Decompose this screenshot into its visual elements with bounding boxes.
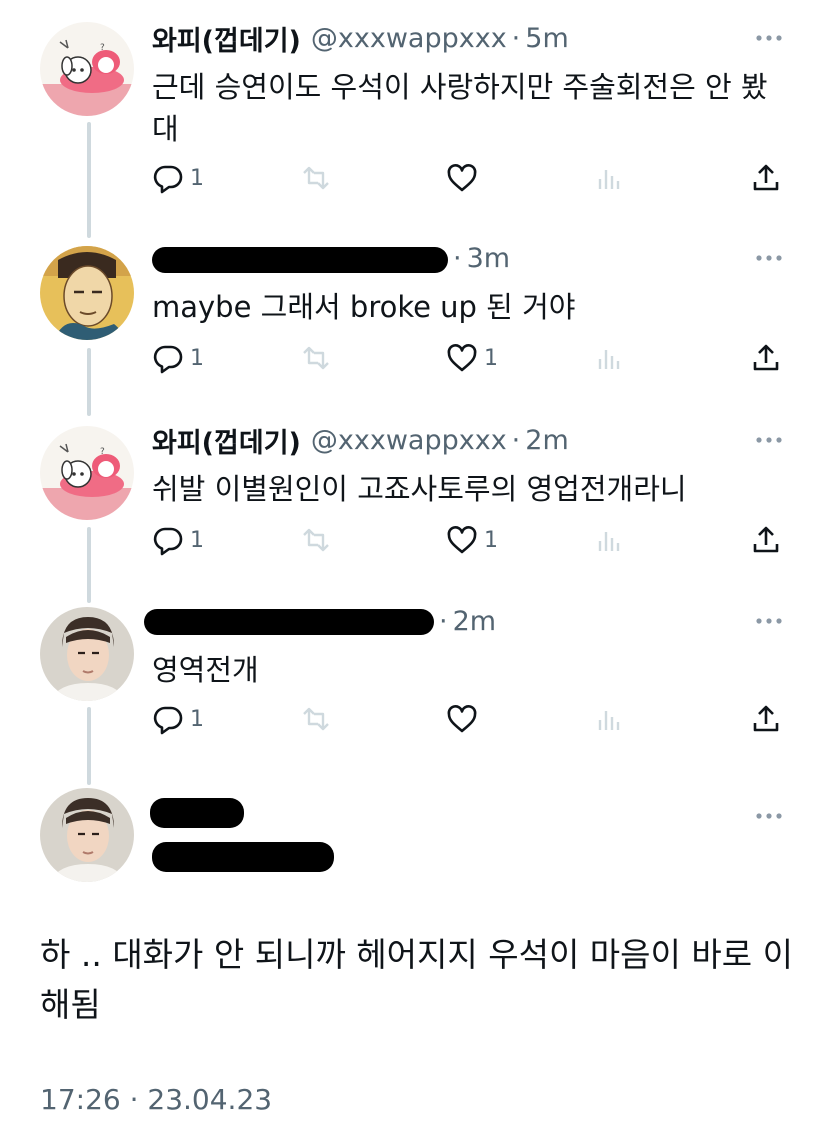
- tweet-text: 영역전개: [152, 653, 259, 687]
- share-icon: [750, 162, 782, 194]
- like-button[interactable]: 1: [446, 520, 498, 560]
- share-button[interactable]: [750, 158, 782, 198]
- avatar-image: [40, 788, 134, 882]
- heart-icon: [446, 342, 478, 374]
- tweet-text: 근데 승연이도 우석이 사랑하지만 주술회전은 안 봤대: [152, 70, 768, 146]
- like-button[interactable]: 1: [446, 338, 498, 378]
- share-button[interactable]: [750, 338, 782, 378]
- avatar[interactable]: [40, 246, 134, 340]
- views-icon: [594, 703, 626, 735]
- tweet-header: 와피(껍데기) @xxxwappxxx · 5m: [152, 16, 569, 60]
- svg-text:?: ?: [100, 43, 105, 53]
- views-button[interactable]: [594, 158, 626, 198]
- views-icon: [594, 162, 626, 194]
- heart-icon: [446, 703, 478, 735]
- reply-tweet[interactable]: ? 와피(껍데기) @xxxwappxxx · 5m 근데 승연이도 우석이 사…: [0, 16, 826, 216]
- avatar-image: ?: [40, 426, 134, 520]
- tweet-header: · 2m: [144, 599, 496, 643]
- views-button[interactable]: [594, 338, 626, 378]
- display-name[interactable]: 와피(껍데기): [152, 19, 301, 58]
- heart-icon: [446, 524, 478, 556]
- action-bar: 1: [152, 699, 792, 739]
- reply-button[interactable]: 1: [152, 699, 204, 739]
- heart-icon: [446, 162, 478, 194]
- avatar[interactable]: ?: [40, 426, 134, 520]
- action-bar: 1 1: [152, 520, 792, 560]
- views-button[interactable]: [594, 520, 626, 560]
- reply-count: 1: [190, 165, 204, 191]
- tweet-timestamp[interactable]: 17:26 · 23.04.23: [40, 1083, 272, 1116]
- reply-icon: [152, 342, 184, 374]
- tweet-text: maybe 그래서 broke up 된 거야: [152, 290, 576, 324]
- retweet-icon: [300, 703, 332, 735]
- share-button[interactable]: [750, 699, 782, 739]
- more-icon[interactable]: [754, 804, 784, 828]
- action-bar: 1: [152, 158, 792, 198]
- tweet-time[interactable]: 3m: [467, 243, 510, 274]
- views-icon: [594, 524, 626, 556]
- more-icon[interactable]: [754, 246, 784, 270]
- main-tweet: [0, 780, 826, 900]
- avatar[interactable]: ?: [40, 22, 134, 116]
- like-count: 1: [484, 345, 498, 371]
- share-icon: [750, 524, 782, 556]
- retweet-button[interactable]: [300, 699, 332, 739]
- like-button[interactable]: [446, 699, 484, 739]
- retweet-button[interactable]: [300, 520, 332, 560]
- redacted-name: [150, 798, 244, 828]
- reply-tweet[interactable]: · 3m maybe 그래서 broke up 된 거야 1 1: [0, 236, 826, 396]
- retweet-icon: [300, 162, 332, 194]
- tweet-time[interactable]: 2m: [525, 425, 568, 456]
- reply-button[interactable]: 1: [152, 158, 204, 198]
- redacted-name: [144, 609, 434, 635]
- more-icon[interactable]: [754, 609, 784, 633]
- separator: ·: [453, 242, 462, 274]
- avatar-image: ?: [40, 22, 134, 116]
- retweet-button[interactable]: [300, 338, 332, 378]
- views-icon: [594, 342, 626, 374]
- tweet-text: 쉬발 이별원인이 고죠사토루의 영업전개라니: [152, 472, 687, 506]
- reply-count: 1: [190, 527, 204, 553]
- retweet-button[interactable]: [300, 158, 332, 198]
- reply-tweet[interactable]: · 2m 영역전개 1: [0, 599, 826, 759]
- reply-tweet[interactable]: ? 와피(껍데기) @xxxwappxxx · 2m 쉬발 이별원인이 고죠사토…: [0, 418, 826, 578]
- separator: ·: [439, 605, 448, 637]
- views-button[interactable]: [594, 699, 626, 739]
- display-name[interactable]: 와피(껍데기): [152, 421, 301, 460]
- handle[interactable]: @xxxwappxxx: [311, 425, 507, 456]
- more-icon[interactable]: [754, 26, 784, 50]
- more-icon[interactable]: [754, 428, 784, 452]
- action-bar: 1 1: [152, 338, 792, 378]
- avatar[interactable]: [40, 607, 134, 701]
- avatar[interactable]: [40, 788, 134, 882]
- svg-text:?: ?: [100, 447, 105, 457]
- reply-button[interactable]: 1: [152, 338, 204, 378]
- tweet-time[interactable]: 2m: [453, 606, 496, 637]
- avatar-image: [40, 246, 134, 340]
- share-button[interactable]: [750, 520, 782, 560]
- like-button[interactable]: [446, 158, 484, 198]
- redacted-handle: [152, 842, 334, 872]
- reply-icon: [152, 524, 184, 556]
- tweet-header: 와피(껍데기) @xxxwappxxx · 2m: [152, 418, 569, 462]
- tweet-time[interactable]: 5m: [525, 23, 568, 54]
- redacted-name: [152, 247, 448, 273]
- reply-button[interactable]: 1: [152, 520, 204, 560]
- tweet-header: · 3m: [152, 236, 510, 280]
- reply-count: 1: [190, 345, 204, 371]
- separator: ·: [511, 22, 521, 54]
- like-count: 1: [484, 527, 498, 553]
- reply-icon: [152, 703, 184, 735]
- share-icon: [750, 342, 782, 374]
- separator: ·: [511, 424, 521, 456]
- avatar-image: [40, 607, 134, 701]
- share-icon: [750, 703, 782, 735]
- retweet-icon: [300, 524, 332, 556]
- retweet-icon: [300, 342, 332, 374]
- main-tweet-text: 하 .. 대화가 안 되니까 헤어지지 우석이 마음이 바로 이해됨: [40, 935, 793, 1024]
- reply-count: 1: [190, 706, 204, 732]
- handle[interactable]: @xxxwappxxx: [311, 23, 507, 54]
- reply-icon: [152, 162, 184, 194]
